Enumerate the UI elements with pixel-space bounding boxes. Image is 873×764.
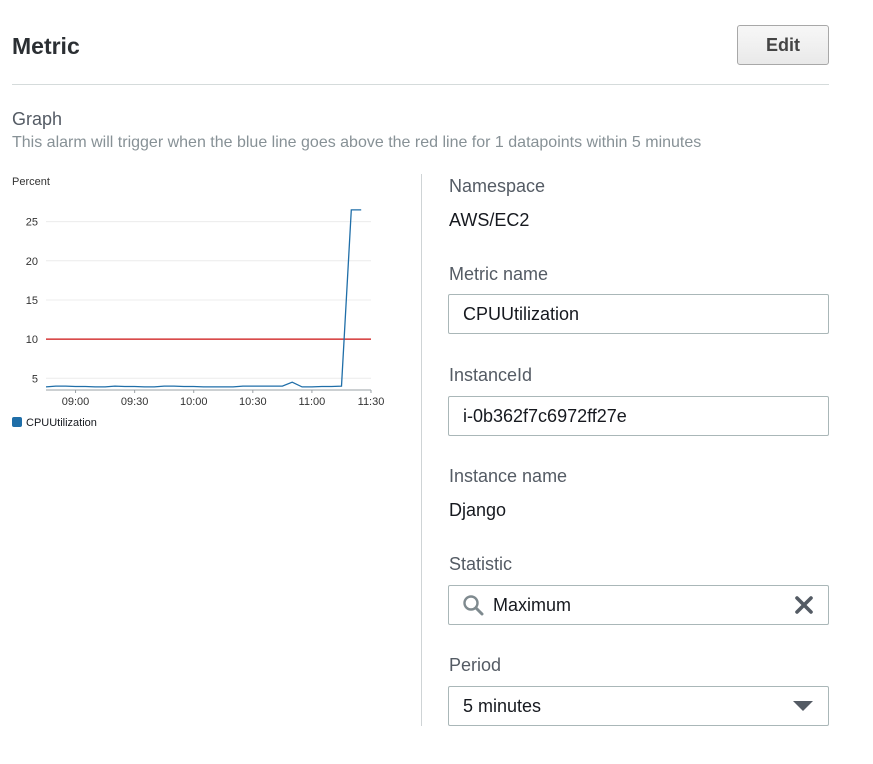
header-divider bbox=[12, 84, 829, 85]
column-divider bbox=[421, 174, 422, 726]
instance-id-field[interactable]: i-0b362f7c6972ff27e bbox=[448, 396, 829, 436]
y-tick-label: 20 bbox=[26, 256, 38, 268]
edit-button[interactable]: Edit bbox=[737, 25, 829, 65]
metric-name-field[interactable]: CPUUtilization bbox=[448, 294, 829, 334]
close-icon[interactable] bbox=[794, 595, 814, 615]
graph-description: This alarm will trigger when the blue li… bbox=[12, 134, 702, 151]
x-tick-label: 10:00 bbox=[180, 396, 208, 408]
period-label: Period bbox=[449, 655, 502, 675]
period-select[interactable]: 5 minutes bbox=[448, 686, 829, 726]
x-tick-label: 09:30 bbox=[121, 396, 149, 408]
y-tick-label: 15 bbox=[26, 295, 38, 307]
chart-svg: Percent 5 10 15 20 25 09:00 09:30 10:00 10:30 11:0… bbox=[12, 176, 385, 429]
x-tick-label: 09:00 bbox=[62, 396, 90, 408]
statistic-label: Statistic bbox=[449, 554, 513, 574]
metric-chart: Percent 5 10 15 20 25 09:00 09:30 10:00 10:30 11:0… bbox=[0, 170, 390, 440]
namespace-value: AWS/EC2 bbox=[449, 210, 530, 230]
instance-id-value: i-0b362f7c6972ff27e bbox=[463, 405, 627, 426]
metric-name-value: CPUUtilization bbox=[463, 303, 580, 324]
statistic-value: Maximum bbox=[493, 594, 572, 615]
graph-title: Graph bbox=[12, 109, 63, 129]
instance-name-label: Instance name bbox=[449, 466, 568, 486]
caret-down-icon bbox=[792, 699, 814, 713]
x-tick-label: 11:30 bbox=[358, 396, 385, 408]
legend-swatch bbox=[12, 417, 22, 427]
namespace-label: Namespace bbox=[449, 176, 546, 196]
legend-label: CPUUtilization bbox=[26, 417, 97, 429]
search-icon bbox=[462, 594, 484, 616]
y-tick-label: 5 bbox=[32, 373, 38, 385]
y-tick-label: 25 bbox=[26, 217, 38, 229]
x-tick-label: 11:00 bbox=[299, 396, 326, 408]
metric-name-label: Metric name bbox=[449, 264, 549, 284]
page-title: Metric bbox=[12, 33, 80, 59]
series-line-cpuutilization bbox=[45, 209, 362, 388]
instance-id-label: InstanceId bbox=[449, 365, 533, 385]
x-tick-label: 10:30 bbox=[239, 396, 267, 408]
y-tick-label: 10 bbox=[26, 334, 38, 346]
statistic-field[interactable]: Maximum bbox=[448, 585, 829, 625]
period-value: 5 minutes bbox=[463, 695, 542, 716]
instance-name-value: Django bbox=[449, 500, 507, 520]
y-axis-label: Percent bbox=[12, 176, 50, 188]
